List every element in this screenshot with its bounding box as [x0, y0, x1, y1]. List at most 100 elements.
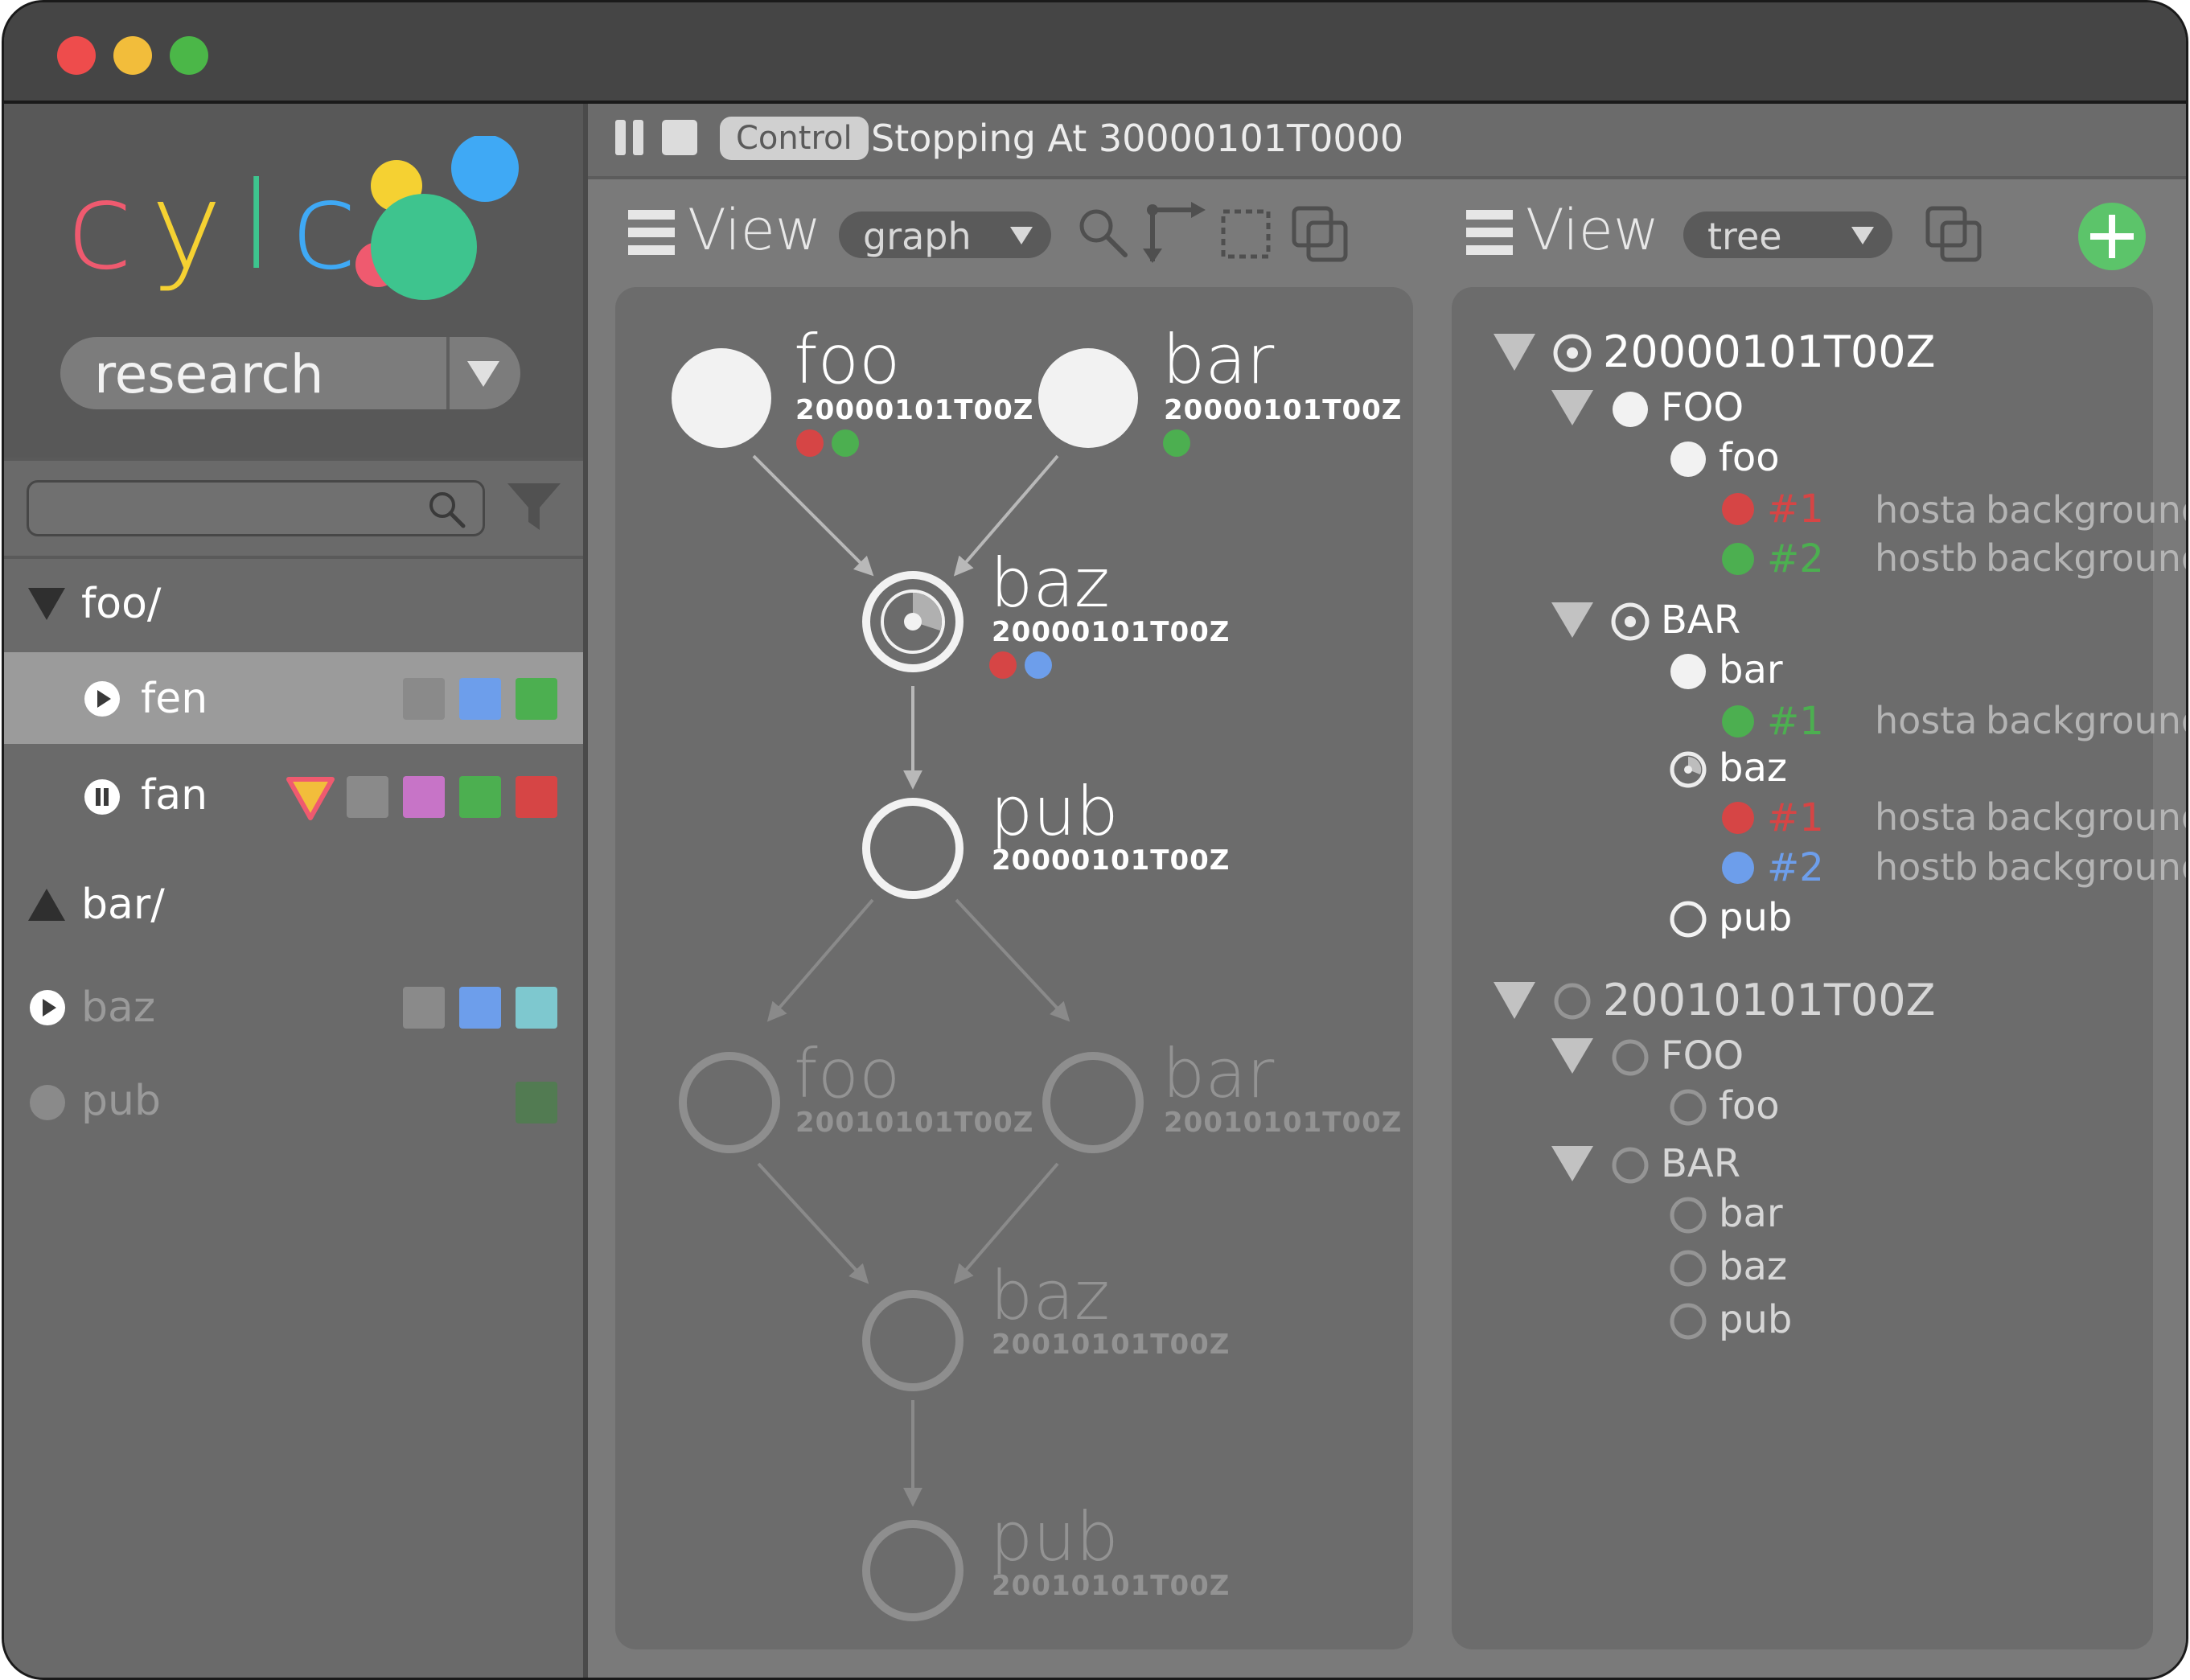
tree-task-label[interactable]: baz — [1719, 1247, 1787, 1286]
warning-triangle-icon — [286, 777, 335, 820]
node-cycle-point: 20000101T00Z — [795, 394, 1034, 426]
filter-icon[interactable] — [506, 479, 562, 535]
add-view-button[interactable] — [2077, 202, 2147, 271]
waiting-icon — [1612, 1039, 1649, 1076]
task-node-baz-1[interactable] — [862, 571, 964, 672]
select-area-icon[interactable] — [1220, 208, 1272, 260]
node-name: bar — [1162, 1034, 1275, 1113]
hamburger-menu-icon[interactable] — [1466, 208, 1514, 257]
expand-triangle-icon[interactable] — [1494, 982, 1535, 1019]
tree-job-label[interactable]: #1 — [1767, 702, 1824, 741]
workflow-row-pub[interactable]: pub — [4, 1056, 583, 1148]
job-dot[interactable] — [1722, 543, 1754, 575]
tree-job-label[interactable]: #2 — [1767, 848, 1824, 887]
tree-cycle-label[interactable]: 20010101T00Z — [1603, 979, 1936, 1022]
job-dot[interactable] — [1722, 802, 1754, 834]
control-button[interactable]: Control — [720, 117, 869, 160]
workflow-label: baz — [81, 984, 156, 1032]
duplicate-view-icon[interactable] — [1925, 205, 1984, 265]
stop-workflow-button[interactable] — [660, 118, 699, 157]
node-cycle-point: 20010101T00Z — [795, 1107, 1034, 1139]
group-row-foo[interactable]: foo/ — [4, 559, 583, 651]
tree-task-label[interactable]: pub — [1719, 1300, 1792, 1339]
edge-layout-icon[interactable] — [1141, 202, 1206, 265]
zoom-icon[interactable] — [1077, 207, 1128, 258]
duplicate-view-icon[interactable] — [1291, 205, 1350, 265]
expand-triangle-icon[interactable] — [1494, 334, 1535, 371]
job-dot[interactable] — [989, 651, 1017, 679]
group-label: bar/ — [81, 881, 165, 929]
task-node-pub-2[interactable] — [862, 1520, 964, 1621]
workflow-label: pub — [81, 1077, 161, 1125]
minimize-window-button[interactable] — [113, 36, 152, 75]
tree-job-label[interactable]: #1 — [1767, 799, 1824, 837]
task-node-foo-1[interactable] — [672, 348, 771, 448]
task-node-foo-2[interactable] — [679, 1052, 780, 1153]
node-name: baz — [990, 1256, 1110, 1335]
task-node-pub-1[interactable] — [862, 798, 964, 899]
tree-task-label[interactable]: bar — [1719, 651, 1783, 689]
workflow-row-fan[interactable]: fan — [4, 750, 583, 842]
task-node-baz-2[interactable] — [862, 1290, 964, 1391]
tree-cycle-label[interactable]: 20000101T00Z — [1603, 331, 1936, 374]
tree-job-label[interactable]: #2 — [1767, 540, 1824, 578]
workflow-label: fan — [141, 771, 208, 819]
job-dot[interactable] — [1722, 705, 1754, 737]
succeeded-icon — [1670, 442, 1706, 477]
node-name: baz — [990, 544, 1110, 622]
tree-family-label[interactable]: BAR — [1661, 1144, 1740, 1183]
tree-task-label[interactable]: foo — [1719, 1086, 1780, 1125]
running-icon — [1553, 334, 1592, 372]
job-dot[interactable] — [1722, 493, 1754, 525]
graph-view-type-select[interactable]: graph — [839, 212, 1051, 258]
expand-triangle-icon[interactable] — [1551, 602, 1593, 638]
job-runner: background — [1986, 845, 2188, 889]
tree-view-type-select[interactable]: tree — [1683, 212, 1892, 258]
tree-task-label[interactable]: baz — [1719, 749, 1787, 787]
tree-family-label[interactable]: FOO — [1661, 1037, 1744, 1075]
job-host: hosta — [1875, 795, 1978, 839]
job-summary-square — [403, 776, 445, 818]
cylc-logo-dots — [355, 136, 519, 300]
cylc-logo-wordmark: cylc — [67, 166, 375, 287]
tree-family-label[interactable]: FOO — [1661, 388, 1744, 427]
play-icon — [30, 990, 65, 1025]
workflow-select[interactable]: research — [60, 337, 520, 409]
task-node-bar-2[interactable] — [1042, 1052, 1144, 1153]
maximize-window-button[interactable] — [170, 36, 208, 75]
tree-job-label[interactable]: #1 — [1767, 490, 1824, 528]
expand-triangle-icon[interactable] — [1551, 1146, 1593, 1181]
workflow-row-baz[interactable]: baz — [4, 959, 583, 1051]
tree-task-label[interactable]: foo — [1719, 438, 1780, 477]
job-summary-square — [459, 987, 501, 1029]
app-window: cylc research foo/ fen fan bar/ baz pub … — [2, 0, 2188, 1680]
graph-edges — [672, 348, 1190, 1621]
hamburger-menu-icon[interactable] — [628, 208, 676, 257]
node-name: foo — [794, 320, 901, 399]
main-area: Control Stopping At 30000101T0000 View g… — [588, 104, 2186, 1678]
job-summary-square — [516, 678, 557, 720]
waiting-icon — [1554, 983, 1591, 1020]
workflow-search-input[interactable] — [27, 480, 485, 536]
pause-workflow-button[interactable] — [614, 118, 646, 157]
pause-icon — [84, 779, 120, 815]
waiting-icon — [1670, 901, 1707, 938]
sidebar-header: cylc research — [4, 104, 583, 458]
group-row-bar[interactable]: bar/ — [4, 860, 583, 951]
graph-view-label: View — [688, 197, 822, 263]
tree-task-label[interactable]: bar — [1719, 1194, 1783, 1233]
job-dot[interactable] — [1025, 651, 1052, 679]
tree-family-label[interactable]: BAR — [1661, 601, 1740, 639]
chevron-down-icon — [467, 361, 499, 387]
job-dot[interactable] — [1163, 429, 1190, 457]
triangle-up-icon — [28, 889, 65, 921]
tree-task-label[interactable]: pub — [1719, 898, 1792, 937]
job-dot[interactable] — [796, 429, 824, 457]
expand-triangle-icon[interactable] — [1551, 1038, 1593, 1074]
job-dot[interactable] — [1722, 852, 1754, 884]
expand-triangle-icon[interactable] — [1551, 390, 1593, 425]
workflow-row-fen[interactable]: fen — [4, 652, 583, 744]
task-node-bar-1[interactable] — [1038, 348, 1138, 448]
job-dot[interactable] — [832, 429, 859, 457]
close-window-button[interactable] — [57, 36, 96, 75]
